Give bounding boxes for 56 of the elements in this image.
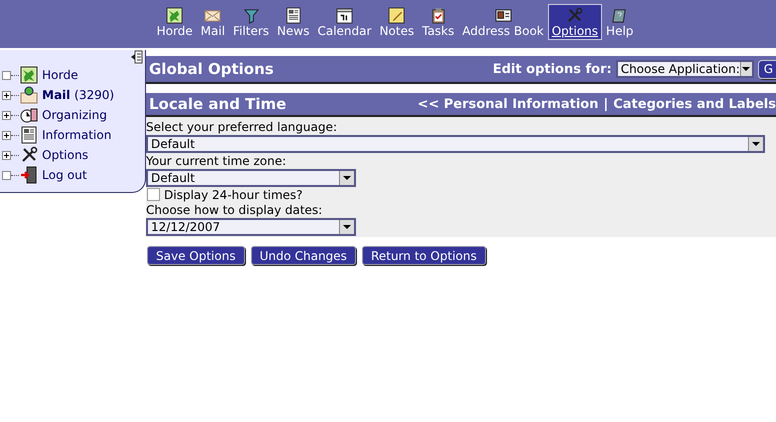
nav-item[interactable]: Tasks <box>418 4 458 40</box>
expand-toggle[interactable] <box>2 130 11 140</box>
go-button[interactable]: G <box>758 60 776 78</box>
notepad-icon <box>388 7 406 24</box>
nav-item[interactable]: Options <box>548 4 602 40</box>
checkbox-label: Display 24-hour times? <box>164 188 303 202</box>
exit-door-icon <box>20 166 38 184</box>
link-separator: | <box>603 96 608 112</box>
dropdown-select[interactable]: 12/12/2007 <box>146 218 356 236</box>
sidebar-link[interactable]: Information <box>42 128 112 142</box>
sidebar-link[interactable]: Log out <box>42 168 87 182</box>
newspaper-icon <box>284 7 302 24</box>
collapse-icon[interactable] <box>131 50 143 64</box>
unread-count: (3290) <box>74 88 114 102</box>
nav-link[interactable]: << Personal Information <box>417 96 598 112</box>
sidebar-link[interactable]: Options <box>42 148 88 162</box>
clock-icon <box>20 106 38 124</box>
dropdown-select[interactable]: Default <box>146 169 356 187</box>
help-book-icon <box>611 7 628 24</box>
expand-toggle[interactable] <box>2 90 11 100</box>
dropdown-select[interactable]: Default <box>146 135 765 153</box>
expand-toggle[interactable] <box>2 110 11 120</box>
page-title: Global Options <box>149 60 274 78</box>
field-label: Choose how to display dates: <box>146 202 324 218</box>
nav-item[interactable]: Notes <box>375 4 418 40</box>
horde-map-icon <box>166 7 184 24</box>
edit-options-label: Edit options for: <box>492 62 612 76</box>
funnel-icon <box>242 7 260 24</box>
nav-item[interactable]: Calendar <box>313 4 376 40</box>
nav-item[interactable]: Address Book <box>458 4 548 40</box>
action-button[interactable]: Save Options <box>147 246 245 265</box>
horde-map-icon <box>20 66 38 84</box>
field-label: Your current time zone: <box>146 153 288 169</box>
mail-icon <box>20 86 38 104</box>
field-label: Select your preferred language: <box>146 119 338 135</box>
expand-toggle[interactable] <box>2 150 11 160</box>
settings-icon <box>566 7 584 24</box>
nav-item[interactable]: Horde <box>152 4 197 40</box>
action-button[interactable]: Undo Changes <box>250 246 356 265</box>
nav-item[interactable]: Mail <box>196 4 230 40</box>
nav-link[interactable]: Categories and Labels <box>613 96 776 112</box>
sidebar-link[interactable]: Horde <box>42 68 78 82</box>
nav-item[interactable]: Help <box>602 4 638 40</box>
contact-card-icon <box>494 7 512 24</box>
settings-icon <box>20 146 38 164</box>
clipboard-icon <box>430 7 447 24</box>
application-select[interactable]: Choose Application: <box>616 60 754 78</box>
calendar-icon <box>336 7 353 24</box>
action-button[interactable]: Return to Options <box>362 246 486 265</box>
sidebar-link[interactable]: Organizing <box>42 108 107 122</box>
checkbox[interactable] <box>147 188 160 201</box>
nav-item[interactable]: News <box>273 4 314 40</box>
nav-item[interactable]: Filters <box>229 4 274 40</box>
section-title: Locale and Time <box>149 95 286 113</box>
sidebar-link[interactable]: Mail <box>42 88 70 102</box>
newspaper-icon <box>20 126 38 144</box>
